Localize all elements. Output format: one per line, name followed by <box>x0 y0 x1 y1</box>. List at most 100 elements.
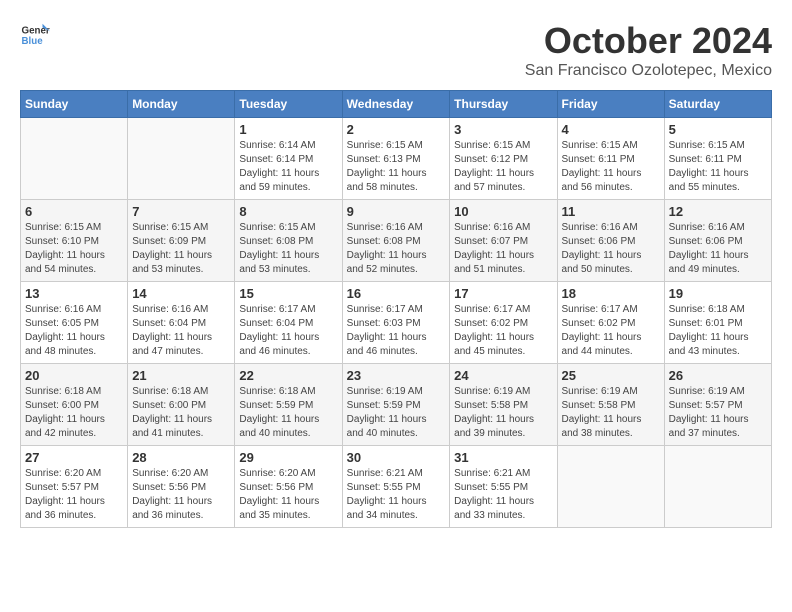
day-info: Sunrise: 6:21 AM Sunset: 5:55 PM Dayligh… <box>347 467 446 523</box>
day-info: Sunrise: 6:17 AM Sunset: 6:02 PM Dayligh… <box>562 303 660 359</box>
day-number: 6 <box>25 204 123 219</box>
calendar-cell: 8 Sunrise: 6:15 AM Sunset: 6:08 PM Daylig… <box>235 200 342 282</box>
day-number: 28 <box>132 450 230 465</box>
calendar-cell: 21Sunrise: 6:18 AM Sunset: 6:00 PM Dayli… <box>128 364 235 446</box>
day-info: Sunrise: 6:15 AM Sunset: 6:11 PM Dayligh… <box>669 139 767 195</box>
calendar-cell: 15 Sunrise: 6:17 AM Sunset: 6:04 PM Dayli… <box>235 282 342 364</box>
day-info: Sunrise: 6:20 AM Sunset: 5:56 PM Dayligh… <box>239 467 337 523</box>
day-number: 4 <box>562 122 660 137</box>
day-info: Sunrise: 6:15 AM Sunset: 6:11 PM Dayligh… <box>562 139 660 195</box>
calendar-cell: 27Sunrise: 6:20 AM Sunset: 5:57 PM Dayli… <box>21 446 128 528</box>
day-number: 16 <box>347 286 446 301</box>
calendar-cell: 20 Sunrise: 6:18 AM Sunset: 6:00 PM Dayli… <box>21 364 128 446</box>
day-info: Sunrise: 6:16 AM Sunset: 6:06 PM Dayligh… <box>669 221 767 277</box>
logo: General Blue <box>20 20 50 50</box>
calendar-cell <box>664 446 771 528</box>
day-number: 23 <box>347 368 446 383</box>
calendar-header-row: SundayMondayTuesdayWednesdayThursdayFrid… <box>21 91 772 118</box>
day-info: Sunrise: 6:19 AM Sunset: 5:58 PM Dayligh… <box>562 385 660 441</box>
calendar-table: SundayMondayTuesdayWednesdayThursdayFrid… <box>20 90 772 528</box>
calendar-cell: 31 Sunrise: 6:21 AM Sunset: 5:55 PM Dayli… <box>450 446 557 528</box>
day-number: 17 <box>454 286 552 301</box>
day-number: 24 <box>454 368 552 383</box>
day-number: 20 <box>25 368 123 383</box>
calendar-cell: 3 Sunrise: 6:15 AM Sunset: 6:12 PM Daylig… <box>450 118 557 200</box>
calendar-cell: 1 Sunrise: 6:14 AM Sunset: 6:14 PM Daylig… <box>235 118 342 200</box>
day-number: 26 <box>669 368 767 383</box>
calendar-cell: 10Sunrise: 6:16 AM Sunset: 6:07 PM Dayli… <box>450 200 557 282</box>
day-number: 29 <box>239 450 337 465</box>
week-row-4: 20 Sunrise: 6:18 AM Sunset: 6:00 PM Dayli… <box>21 364 772 446</box>
calendar-cell: 26 Sunrise: 6:19 AM Sunset: 5:57 PM Dayli… <box>664 364 771 446</box>
calendar-cell <box>557 446 664 528</box>
calendar-cell: 18 Sunrise: 6:17 AM Sunset: 6:02 PM Dayli… <box>557 282 664 364</box>
day-info: Sunrise: 6:14 AM Sunset: 6:14 PM Dayligh… <box>239 139 337 195</box>
header-saturday: Saturday <box>664 91 771 118</box>
svg-text:Blue: Blue <box>22 36 44 47</box>
week-row-3: 13 Sunrise: 6:16 AM Sunset: 6:05 PM Dayli… <box>21 282 772 364</box>
day-number: 30 <box>347 450 446 465</box>
calendar-cell: 16 Sunrise: 6:17 AM Sunset: 6:03 PM Dayli… <box>342 282 450 364</box>
day-number: 7 <box>132 204 230 219</box>
header-friday: Friday <box>557 91 664 118</box>
day-info: Sunrise: 6:16 AM Sunset: 6:07 PM Dayligh… <box>454 221 552 277</box>
day-info: Sunrise: 6:16 AM Sunset: 6:06 PM Dayligh… <box>562 221 660 277</box>
day-info: Sunrise: 6:15 AM Sunset: 6:08 PM Dayligh… <box>239 221 337 277</box>
day-number: 2 <box>347 122 446 137</box>
day-info: Sunrise: 6:16 AM Sunset: 6:08 PM Dayligh… <box>347 221 446 277</box>
page-header: General Blue October 2024 San Francisco … <box>20 20 772 80</box>
week-row-5: 27Sunrise: 6:20 AM Sunset: 5:57 PM Dayli… <box>21 446 772 528</box>
calendar-cell: 19 Sunrise: 6:18 AM Sunset: 6:01 PM Dayli… <box>664 282 771 364</box>
day-info: Sunrise: 6:16 AM Sunset: 6:04 PM Dayligh… <box>132 303 230 359</box>
day-info: Sunrise: 6:21 AM Sunset: 5:55 PM Dayligh… <box>454 467 552 523</box>
calendar-cell: 25 Sunrise: 6:19 AM Sunset: 5:58 PM Dayli… <box>557 364 664 446</box>
calendar-cell: 17Sunrise: 6:17 AM Sunset: 6:02 PM Dayli… <box>450 282 557 364</box>
day-number: 12 <box>669 204 767 219</box>
day-number: 25 <box>562 368 660 383</box>
main-title: October 2024 <box>525 20 772 62</box>
day-info: Sunrise: 6:19 AM Sunset: 5:57 PM Dayligh… <box>669 385 767 441</box>
day-number: 18 <box>562 286 660 301</box>
calendar-cell: 30 Sunrise: 6:21 AM Sunset: 5:55 PM Dayli… <box>342 446 450 528</box>
day-info: Sunrise: 6:20 AM Sunset: 5:56 PM Dayligh… <box>132 467 230 523</box>
day-number: 14 <box>132 286 230 301</box>
calendar-cell: 5Sunrise: 6:15 AM Sunset: 6:11 PM Daylig… <box>664 118 771 200</box>
day-info: Sunrise: 6:19 AM Sunset: 5:59 PM Dayligh… <box>347 385 446 441</box>
calendar-cell: 28 Sunrise: 6:20 AM Sunset: 5:56 PM Dayli… <box>128 446 235 528</box>
day-number: 9 <box>347 204 446 219</box>
day-info: Sunrise: 6:17 AM Sunset: 6:04 PM Dayligh… <box>239 303 337 359</box>
calendar-cell: 12 Sunrise: 6:16 AM Sunset: 6:06 PM Dayli… <box>664 200 771 282</box>
day-number: 8 <box>239 204 337 219</box>
logo-icon: General Blue <box>20 20 50 50</box>
day-info: Sunrise: 6:15 AM Sunset: 6:09 PM Dayligh… <box>132 221 230 277</box>
day-number: 3 <box>454 122 552 137</box>
day-info: Sunrise: 6:15 AM Sunset: 6:12 PM Dayligh… <box>454 139 552 195</box>
day-info: Sunrise: 6:18 AM Sunset: 5:59 PM Dayligh… <box>239 385 337 441</box>
day-info: Sunrise: 6:15 AM Sunset: 6:10 PM Dayligh… <box>25 221 123 277</box>
day-number: 15 <box>239 286 337 301</box>
day-number: 13 <box>25 286 123 301</box>
calendar-cell: 11Sunrise: 6:16 AM Sunset: 6:06 PM Dayli… <box>557 200 664 282</box>
calendar-cell: 4 Sunrise: 6:15 AM Sunset: 6:11 PM Daylig… <box>557 118 664 200</box>
calendar-cell: 2Sunrise: 6:15 AM Sunset: 6:13 PM Daylig… <box>342 118 450 200</box>
day-number: 19 <box>669 286 767 301</box>
subtitle: San Francisco Ozolotepec, Mexico <box>525 62 772 80</box>
day-number: 22 <box>239 368 337 383</box>
day-info: Sunrise: 6:17 AM Sunset: 6:03 PM Dayligh… <box>347 303 446 359</box>
day-number: 1 <box>239 122 337 137</box>
calendar-cell: 23 Sunrise: 6:19 AM Sunset: 5:59 PM Dayli… <box>342 364 450 446</box>
day-info: Sunrise: 6:18 AM Sunset: 6:01 PM Dayligh… <box>669 303 767 359</box>
day-number: 31 <box>454 450 552 465</box>
calendar-cell: 24 Sunrise: 6:19 AM Sunset: 5:58 PM Dayli… <box>450 364 557 446</box>
header-sunday: Sunday <box>21 91 128 118</box>
week-row-2: 6 Sunrise: 6:15 AM Sunset: 6:10 PM Daylig… <box>21 200 772 282</box>
day-info: Sunrise: 6:18 AM Sunset: 6:00 PM Dayligh… <box>132 385 230 441</box>
day-number: 27 <box>25 450 123 465</box>
day-info: Sunrise: 6:18 AM Sunset: 6:00 PM Dayligh… <box>25 385 123 441</box>
day-info: Sunrise: 6:16 AM Sunset: 6:05 PM Dayligh… <box>25 303 123 359</box>
calendar-cell: 9 Sunrise: 6:16 AM Sunset: 6:08 PM Daylig… <box>342 200 450 282</box>
calendar-cell <box>128 118 235 200</box>
day-info: Sunrise: 6:19 AM Sunset: 5:58 PM Dayligh… <box>454 385 552 441</box>
header-wednesday: Wednesday <box>342 91 450 118</box>
calendar-cell <box>21 118 128 200</box>
